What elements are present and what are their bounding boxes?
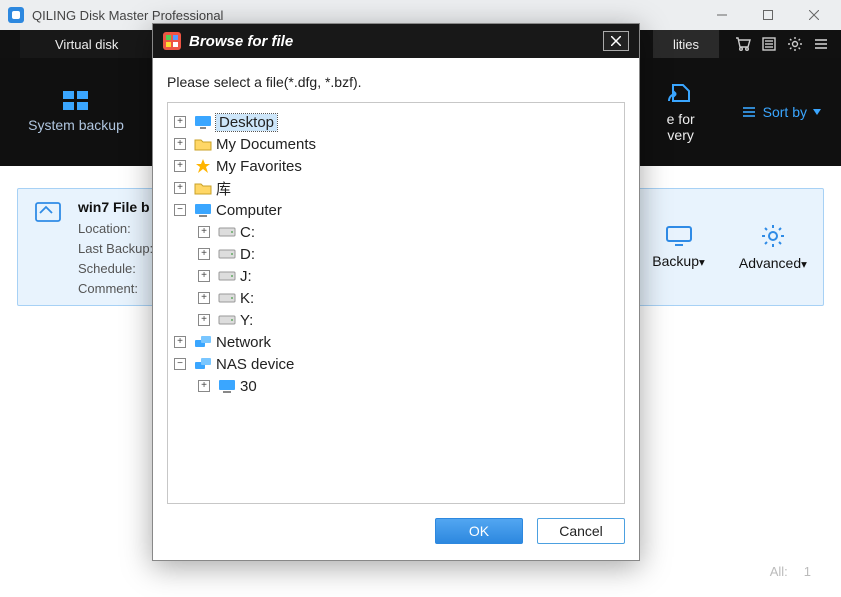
tree-label: Network	[216, 334, 271, 351]
minimize-button[interactable]	[699, 0, 745, 30]
drive-icon	[218, 246, 236, 262]
drive-icon	[218, 312, 236, 328]
gear-icon[interactable]	[787, 36, 803, 52]
tab-utilities[interactable]: lities	[653, 30, 719, 58]
computer-icon	[194, 202, 212, 218]
desktop-icon	[194, 114, 212, 130]
tree-label: J:	[240, 268, 252, 285]
tree-drive-y[interactable]: + Y:	[174, 309, 618, 331]
monitor-icon	[665, 225, 693, 247]
cancel-button[interactable]: Cancel	[537, 518, 625, 544]
recovery-icon	[667, 81, 695, 105]
drive-icon	[218, 224, 236, 240]
expand-icon[interactable]: +	[198, 270, 210, 282]
tree-nas[interactable]: − NAS device	[174, 353, 618, 375]
tree-drive-d[interactable]: + D:	[174, 243, 618, 265]
side-nav-system-backup[interactable]: System backup	[0, 91, 152, 133]
recovery-label: e for very	[667, 111, 695, 143]
tree-label: 库	[216, 178, 231, 199]
drive-icon	[218, 268, 236, 284]
tree-drive-c[interactable]: + C:	[174, 221, 618, 243]
tree-network[interactable]: + Network	[174, 331, 618, 353]
tree-label: C:	[240, 224, 255, 241]
expand-icon[interactable]: +	[174, 116, 186, 128]
backup-label: Backup	[652, 253, 699, 269]
tab-virtual-disk[interactable]: Virtual disk	[20, 30, 153, 58]
advanced-action[interactable]: Advanced▾	[739, 223, 807, 271]
ribbon-icons	[723, 30, 841, 58]
browse-file-dialog: Browse for file Please select a file(*.d…	[152, 23, 640, 561]
computer-icon	[218, 378, 236, 394]
folder-arrow-icon	[34, 199, 62, 223]
expand-icon[interactable]: +	[198, 226, 210, 238]
tree-label: My Favorites	[216, 158, 302, 175]
gear-icon	[760, 223, 786, 249]
advanced-label: Advanced	[739, 255, 801, 271]
maximize-button[interactable]	[745, 0, 791, 30]
expand-icon[interactable]: +	[174, 182, 186, 194]
expand-icon[interactable]: +	[198, 380, 210, 392]
ok-button[interactable]: OK	[435, 518, 523, 544]
tree-drive-j[interactable]: + J:	[174, 265, 618, 287]
dialog-title: Browse for file	[189, 33, 293, 50]
nas-icon	[194, 356, 212, 372]
app-logo	[8, 7, 24, 23]
all-count: 1	[804, 564, 811, 579]
dialog-close-button[interactable]	[603, 31, 629, 51]
expand-icon[interactable]: +	[174, 138, 186, 150]
list-icon[interactable]	[761, 36, 777, 52]
tree-drive-k[interactable]: + K:	[174, 287, 618, 309]
sort-by-dropdown[interactable]: Sort by	[741, 104, 821, 120]
all-label: All:	[770, 564, 788, 579]
backup-action[interactable]: Backup▾	[652, 225, 705, 269]
tree-label: My Documents	[216, 136, 316, 153]
status-bar: All: 1	[770, 564, 811, 579]
tree-label: Computer	[216, 202, 282, 219]
tree-nas-30[interactable]: +30	[174, 375, 618, 397]
collapse-icon[interactable]: −	[174, 204, 186, 216]
tree-mydocs[interactable]: + My Documents	[174, 133, 618, 155]
dialog-prompt: Please select a file(*.dfg, *.bzf).	[167, 74, 625, 90]
expand-icon[interactable]: +	[174, 336, 186, 348]
system-backup-label: System backup	[28, 117, 124, 133]
network-icon	[194, 334, 212, 350]
tree-desktop[interactable]: + Desktop	[174, 111, 618, 133]
tree-label: Y:	[240, 312, 253, 329]
drive-icon	[218, 290, 236, 306]
window-close-button[interactable]	[791, 0, 837, 30]
dialog-logo	[163, 32, 181, 50]
file-recovery-option[interactable]: e for very	[645, 81, 717, 143]
expand-icon[interactable]: +	[198, 248, 210, 260]
star-icon	[194, 158, 212, 174]
grid-icon	[63, 91, 89, 111]
tree-myfav[interactable]: + My Favorites	[174, 155, 618, 177]
tree-label: D:	[240, 246, 255, 263]
folder-icon	[194, 136, 212, 152]
tree-label: NAS device	[216, 356, 294, 373]
folder-icon	[194, 180, 212, 196]
collapse-icon[interactable]: −	[174, 358, 186, 370]
tree-label: 30	[240, 378, 257, 395]
dialog-titlebar: Browse for file	[153, 24, 639, 58]
chevron-down-icon	[813, 109, 821, 115]
tree-label-desktop: Desktop	[216, 114, 277, 131]
tree-label: K:	[240, 290, 254, 307]
expand-icon[interactable]: +	[198, 292, 210, 304]
cart-icon[interactable]	[735, 36, 751, 52]
expand-icon[interactable]: +	[198, 314, 210, 326]
app-title: QILING Disk Master Professional	[32, 8, 699, 23]
tree-computer[interactable]: − Computer	[174, 199, 618, 221]
tree-ku[interactable]: +库	[174, 177, 618, 199]
expand-icon[interactable]: +	[174, 160, 186, 172]
menu-icon[interactable]	[813, 36, 829, 52]
sortby-label: Sort by	[763, 104, 807, 120]
folder-tree[interactable]: +Desktop +My Documents +My Favorites +库 …	[167, 102, 625, 504]
